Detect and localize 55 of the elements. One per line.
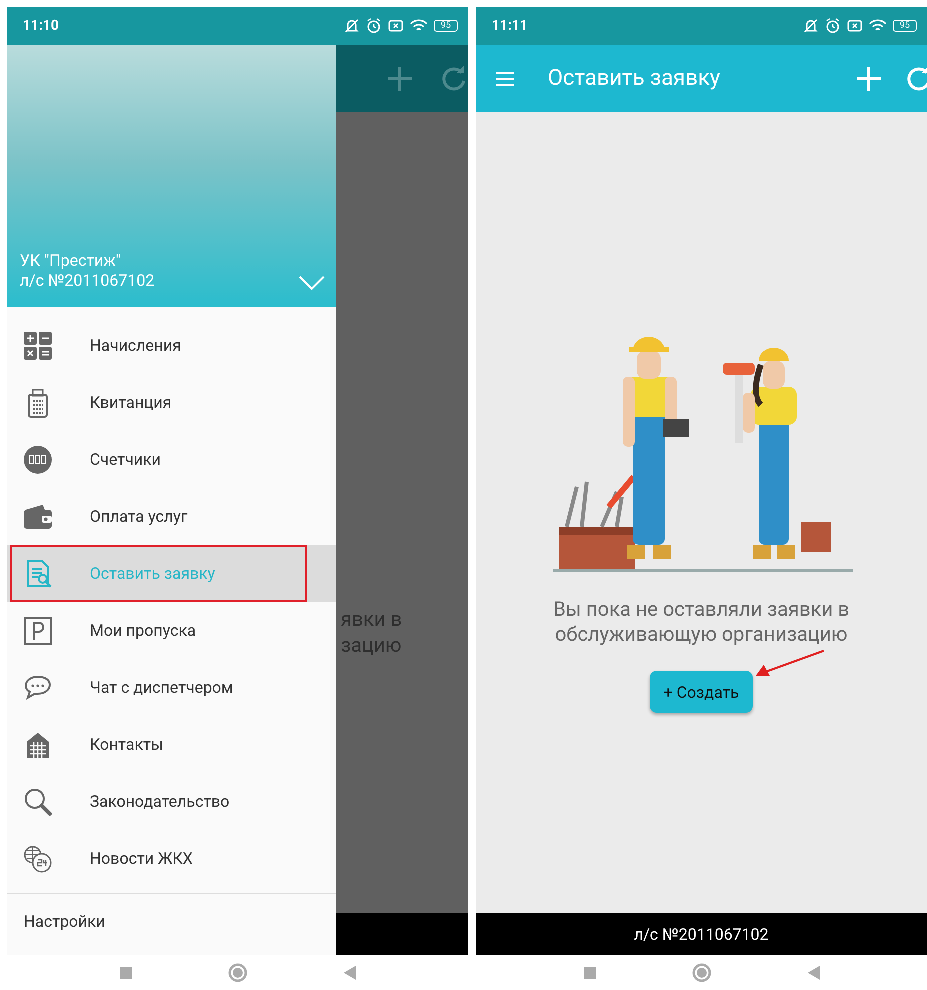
menu-label: Мои пропуска <box>90 621 196 640</box>
meter-icon <box>23 444 53 474</box>
recents-icon[interactable] <box>582 966 596 980</box>
menu-item[interactable]: Новости ЖКХ <box>7 830 336 887</box>
menu-label: Оплата услуг <box>90 507 188 526</box>
menu-label: Новости ЖКХ <box>90 849 193 868</box>
recents-icon[interactable] <box>118 966 132 980</box>
menu-label: Контакты <box>90 735 164 754</box>
sim-card-icon <box>388 18 404 34</box>
menu-label: Оставить заявку <box>90 564 216 583</box>
wifi-icon <box>869 19 887 33</box>
menu-icon[interactable] <box>496 72 514 86</box>
muted-bell-icon <box>803 18 819 34</box>
menu-item[interactable]: Чат с диспетчером <box>7 659 336 716</box>
create-button[interactable]: + Создать <box>650 671 754 713</box>
sim-card-icon <box>847 18 863 34</box>
menu-item[interactable]: Законодательство <box>7 773 336 830</box>
status-time: 11:10 <box>23 18 60 34</box>
alarm-icon <box>366 18 382 34</box>
menu-item[interactable]: Счетчики <box>7 431 336 488</box>
home-icon[interactable] <box>692 962 712 982</box>
globe-clock-icon <box>23 844 53 874</box>
home-icon[interactable] <box>228 962 248 982</box>
menu-item[interactable]: Квитанция <box>7 374 336 431</box>
parking-icon <box>23 616 53 646</box>
settings-item[interactable]: Настройки <box>7 894 336 949</box>
menu-label: Чат с диспетчером <box>90 678 234 697</box>
refresh-icon[interactable] <box>905 64 927 92</box>
menu-item[interactable]: Начисления <box>7 317 336 374</box>
menu-item[interactable]: Контакты <box>7 716 336 773</box>
menu-label: Начисления <box>90 336 182 355</box>
menu-item[interactable]: Оплата услуг <box>7 488 336 545</box>
plus-icon[interactable] <box>386 64 414 92</box>
menu-label: Законодательство <box>90 792 230 811</box>
wifi-icon <box>410 19 428 33</box>
chevron-down-icon[interactable] <box>298 275 326 291</box>
back-icon[interactable] <box>806 964 820 980</box>
refresh-icon[interactable] <box>440 64 468 92</box>
search-icon <box>23 786 53 816</box>
screen-title: Оставить заявку <box>548 66 722 91</box>
back-icon[interactable] <box>342 964 356 980</box>
annotation-arrow <box>756 650 824 676</box>
battery-percent: 95 <box>900 22 910 30</box>
empty-state-message: Вы пока не оставляли заявки в обслуживающую организацию <box>552 597 851 647</box>
alarm-icon <box>825 18 841 34</box>
muted-bell-icon <box>344 18 360 34</box>
menu-label: Квитанция <box>90 393 172 412</box>
battery-percent: 95 <box>440 22 452 30</box>
account-number: л/с №2011067102 <box>20 271 155 291</box>
calculator-icon <box>23 330 53 360</box>
menu-item[interactable]: Мои пропуска <box>7 602 336 659</box>
company-name: УК "Престиж" <box>20 251 122 271</box>
status-time: 11:11 <box>492 18 528 34</box>
menu-label: Счетчики <box>90 450 162 469</box>
footer-bar: л/с №2011067102 <box>476 913 927 955</box>
